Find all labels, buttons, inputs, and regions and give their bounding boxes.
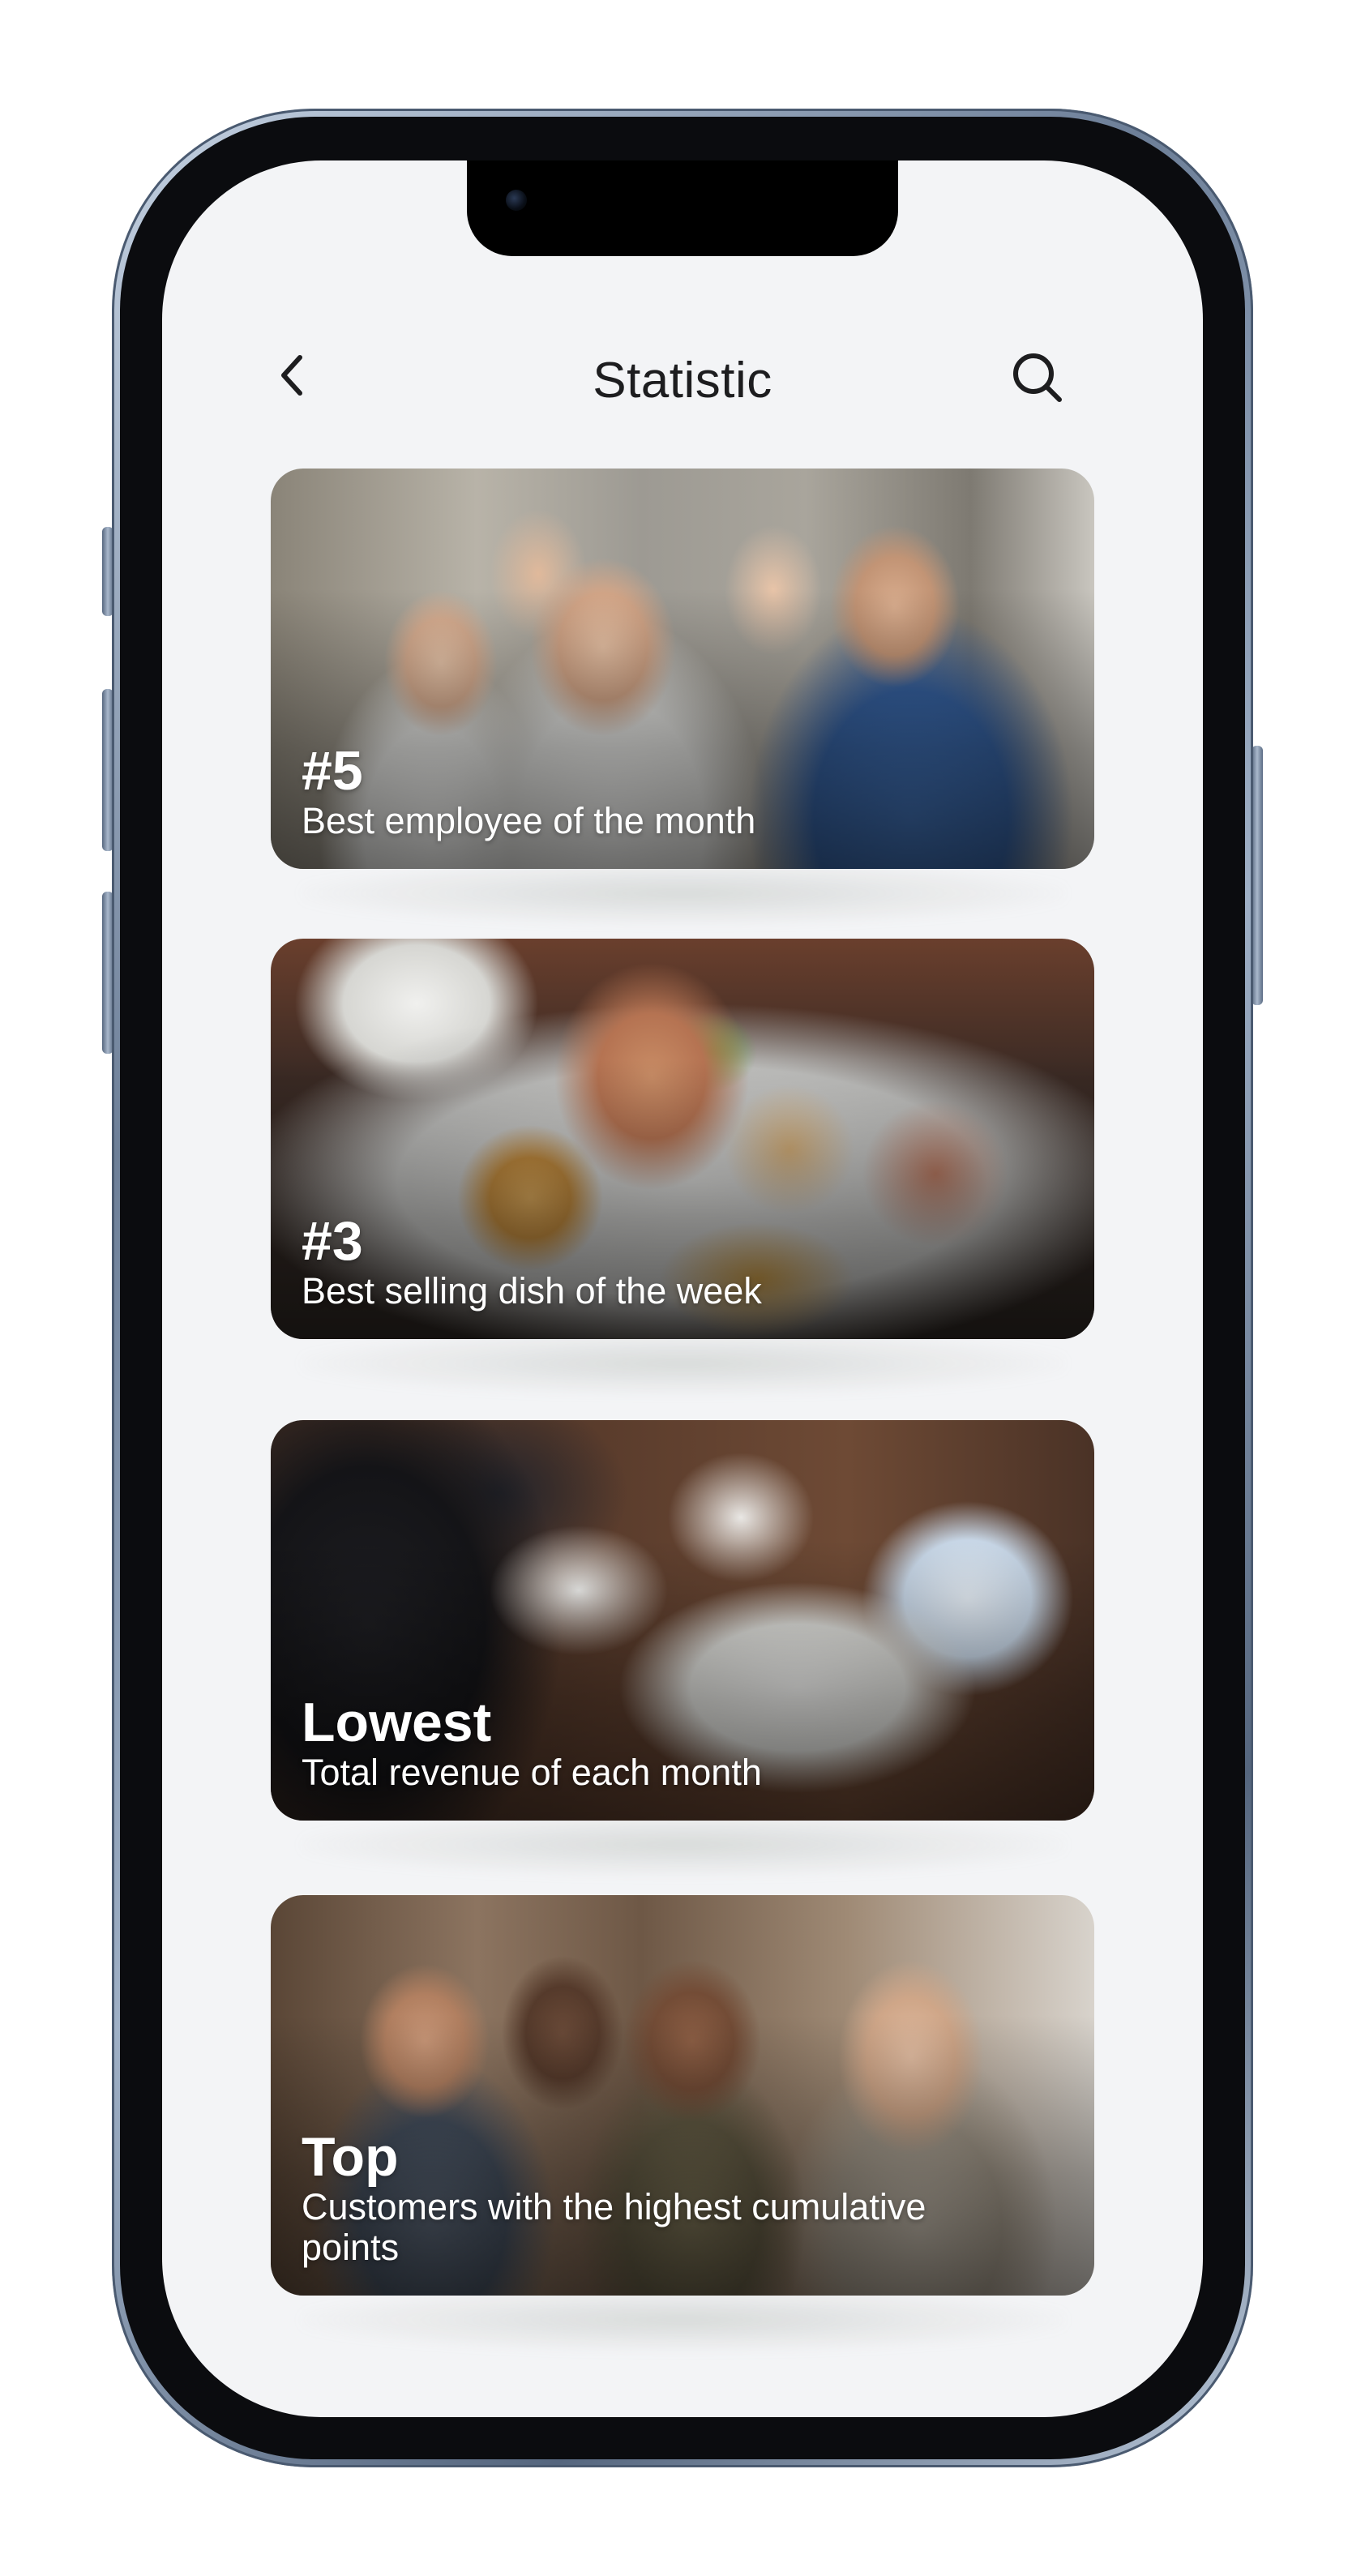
stat-card-lowest-revenue[interactable]: Lowest Total revenue of each month [271, 1420, 1094, 1821]
card-shadow [300, 1812, 1067, 1877]
stat-card-top-customers[interactable]: Top Customers with the highest cumulativ… [271, 1895, 1094, 2296]
card-caption: Customers with the highest cumulative po… [302, 2186, 926, 2268]
card-rank: #3 [302, 1210, 363, 1272]
card-caption: Best employee of the month [302, 800, 756, 841]
search-icon [1013, 353, 1062, 402]
card-text: #5 Best employee of the month [302, 741, 932, 841]
card-shadow [300, 1331, 1067, 1396]
top-bar: Statistic [162, 323, 1203, 428]
search-button[interactable] [1005, 345, 1070, 410]
card-caption: Total revenue of each month [302, 1752, 762, 1793]
card-shadow [300, 2287, 1067, 2352]
card-text: #3 Best selling dish of the week [302, 1211, 932, 1312]
stat-card-best-dish[interactable]: #3 Best selling dish of the week [271, 939, 1094, 1339]
card-rank: #5 [302, 740, 363, 802]
card-text: Lowest Total revenue of each month [302, 1692, 932, 1793]
notch [467, 160, 898, 256]
card-rank: Lowest [302, 1692, 492, 1753]
card-caption: Best selling dish of the week [302, 1270, 762, 1312]
app-screen: Statistic #5 Best employee of the month [162, 160, 1203, 2417]
power-button [1252, 746, 1263, 1005]
stat-card-best-employee[interactable]: #5 Best employee of the month [271, 469, 1094, 869]
device-stage: Statistic #5 Best employee of the month [0, 0, 1365, 2576]
card-rank: Top [302, 2126, 399, 2188]
front-camera [506, 190, 527, 211]
card-shadow [300, 861, 1067, 926]
card-text: Top Customers with the highest cumulativ… [302, 2127, 1013, 2268]
